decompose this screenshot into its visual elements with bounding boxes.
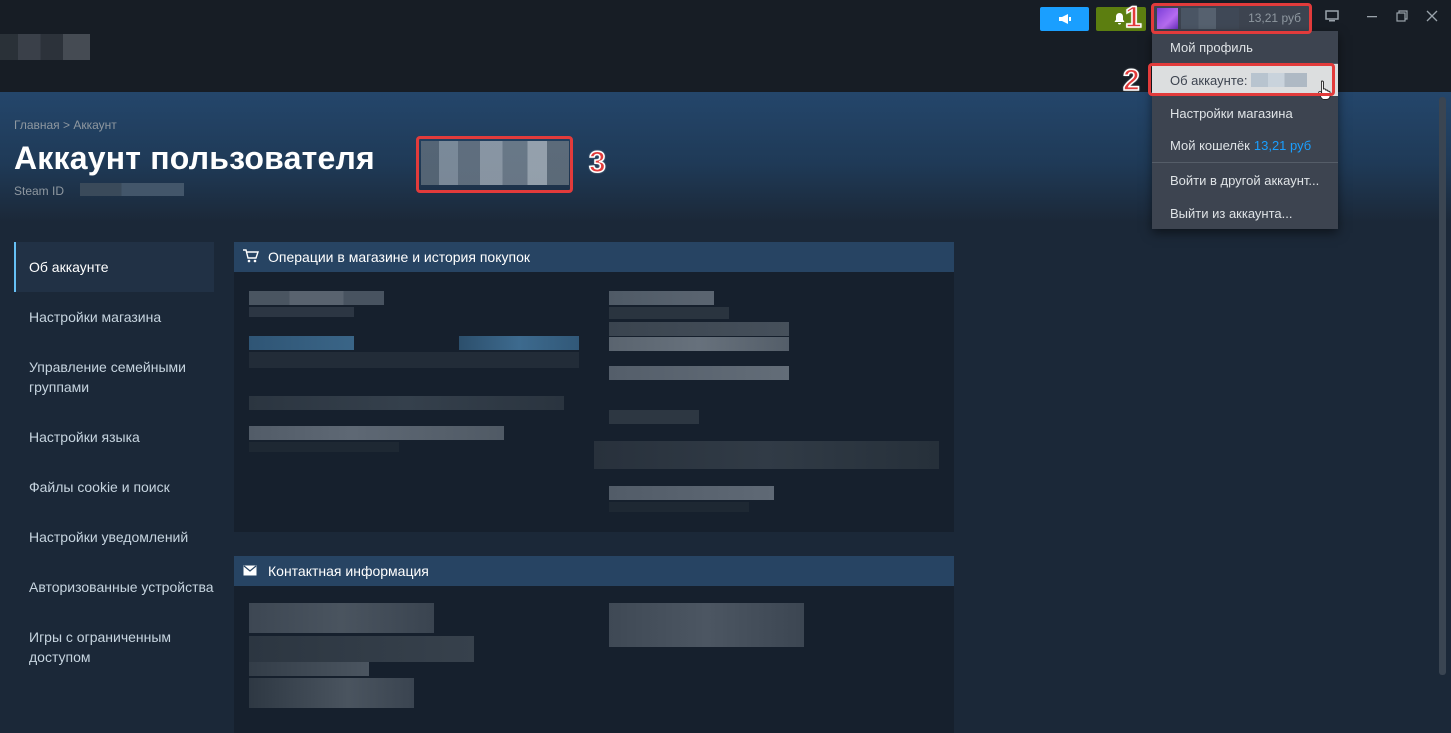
blurred-content xyxy=(609,337,789,351)
menu-item-my-profile[interactable]: Мой профиль xyxy=(1152,31,1338,63)
sidebar-item-authorized-devices[interactable]: Авторизованные устройства xyxy=(14,562,214,612)
blurred-content xyxy=(249,291,384,305)
blurred-content xyxy=(249,396,564,410)
blurred-content xyxy=(249,426,504,440)
announcements-button[interactable] xyxy=(1040,7,1089,31)
wallet-amount: 13,21 руб xyxy=(1253,137,1312,153)
menu-item-my-wallet[interactable]: Мой кошелёк 13,21 руб xyxy=(1152,129,1338,161)
breadcrumb[interactable]: Главная > Аккаунт xyxy=(14,118,117,132)
blurred-content xyxy=(609,410,699,424)
blurred-content xyxy=(609,486,774,500)
sidebar-item-language[interactable]: Настройки языка xyxy=(14,412,214,462)
annotation-marker-2: 2 xyxy=(1122,63,1140,98)
page-scrollbar[interactable] xyxy=(1439,97,1446,675)
account-dropdown-menu: Мой профиль Об аккаунте: Настройки магаз… xyxy=(1152,31,1338,229)
blurred-content xyxy=(594,441,939,469)
menu-item-switch-account[interactable]: Войти в другой аккаунт... xyxy=(1152,164,1338,196)
envelope-icon xyxy=(243,564,261,579)
page-title: Аккаунт пользователя xyxy=(14,140,375,176)
blurred-content xyxy=(249,352,579,368)
big-picture-icon[interactable] xyxy=(1325,9,1339,25)
menu-item-sign-out[interactable]: Выйти из аккаунта... xyxy=(1152,197,1338,229)
menu-divider xyxy=(1152,162,1338,163)
blurred-content xyxy=(609,603,804,647)
annotation-box-1 xyxy=(1151,3,1312,34)
sidebar-item-store-settings[interactable]: Настройки магазина xyxy=(14,292,214,342)
sidebar-item-about-account[interactable]: Об аккаунте xyxy=(14,242,214,292)
megaphone-icon xyxy=(1058,14,1071,24)
blurred-content xyxy=(609,322,789,336)
blurred-content xyxy=(609,502,749,512)
store-panel-header: Операции в магазине и история покупок xyxy=(234,242,954,272)
blurred-link[interactable] xyxy=(249,336,354,350)
annotation-marker-3: 3 xyxy=(588,145,606,180)
blurred-content xyxy=(249,636,474,662)
blurred-link[interactable] xyxy=(459,336,579,350)
blurred-content xyxy=(249,442,399,452)
blurred-content xyxy=(249,678,414,708)
contact-panel-title: Контактная информация xyxy=(268,563,429,579)
bell-icon xyxy=(1114,13,1125,25)
contact-panel-header: Контактная информация xyxy=(234,556,954,586)
contact-info-panel: Контактная информация xyxy=(234,556,954,733)
sidebar-item-cookies[interactable]: Файлы cookie и поиск xyxy=(14,462,214,512)
blurred-content xyxy=(609,307,729,319)
steam-id-label: Steam ID xyxy=(14,184,65,198)
steam-logo-blurred[interactable] xyxy=(0,34,90,60)
cart-icon xyxy=(243,248,261,266)
sidebar-item-restricted-games[interactable]: Игры с ограниченным доступом xyxy=(14,612,194,682)
sidebar-item-notifications[interactable]: Настройки уведомлений xyxy=(14,512,214,562)
steam-id-value-blurred xyxy=(80,183,184,196)
annotation-box-2 xyxy=(1148,63,1335,96)
close-icon[interactable] xyxy=(1426,9,1438,25)
account-sidebar-nav: Об аккаунте Настройки магазина Управлени… xyxy=(14,242,214,682)
annotation-marker-1: 1 xyxy=(1124,0,1142,35)
minimize-icon[interactable] xyxy=(1366,9,1378,25)
blurred-content xyxy=(249,603,434,633)
blurred-content xyxy=(609,291,714,305)
blurred-content xyxy=(249,662,369,676)
annotation-box-3 xyxy=(416,136,573,193)
menu-item-store-settings[interactable]: Настройки магазина xyxy=(1152,97,1338,129)
blurred-content xyxy=(609,366,789,380)
store-panel-title: Операции в магазине и история покупок xyxy=(268,249,530,265)
store-purchase-panel: Операции в магазине и история покупок xyxy=(234,242,954,532)
sidebar-item-family-groups[interactable]: Управление семейными группами xyxy=(14,342,194,412)
restore-icon[interactable] xyxy=(1396,9,1408,25)
blurred-content xyxy=(249,307,354,317)
